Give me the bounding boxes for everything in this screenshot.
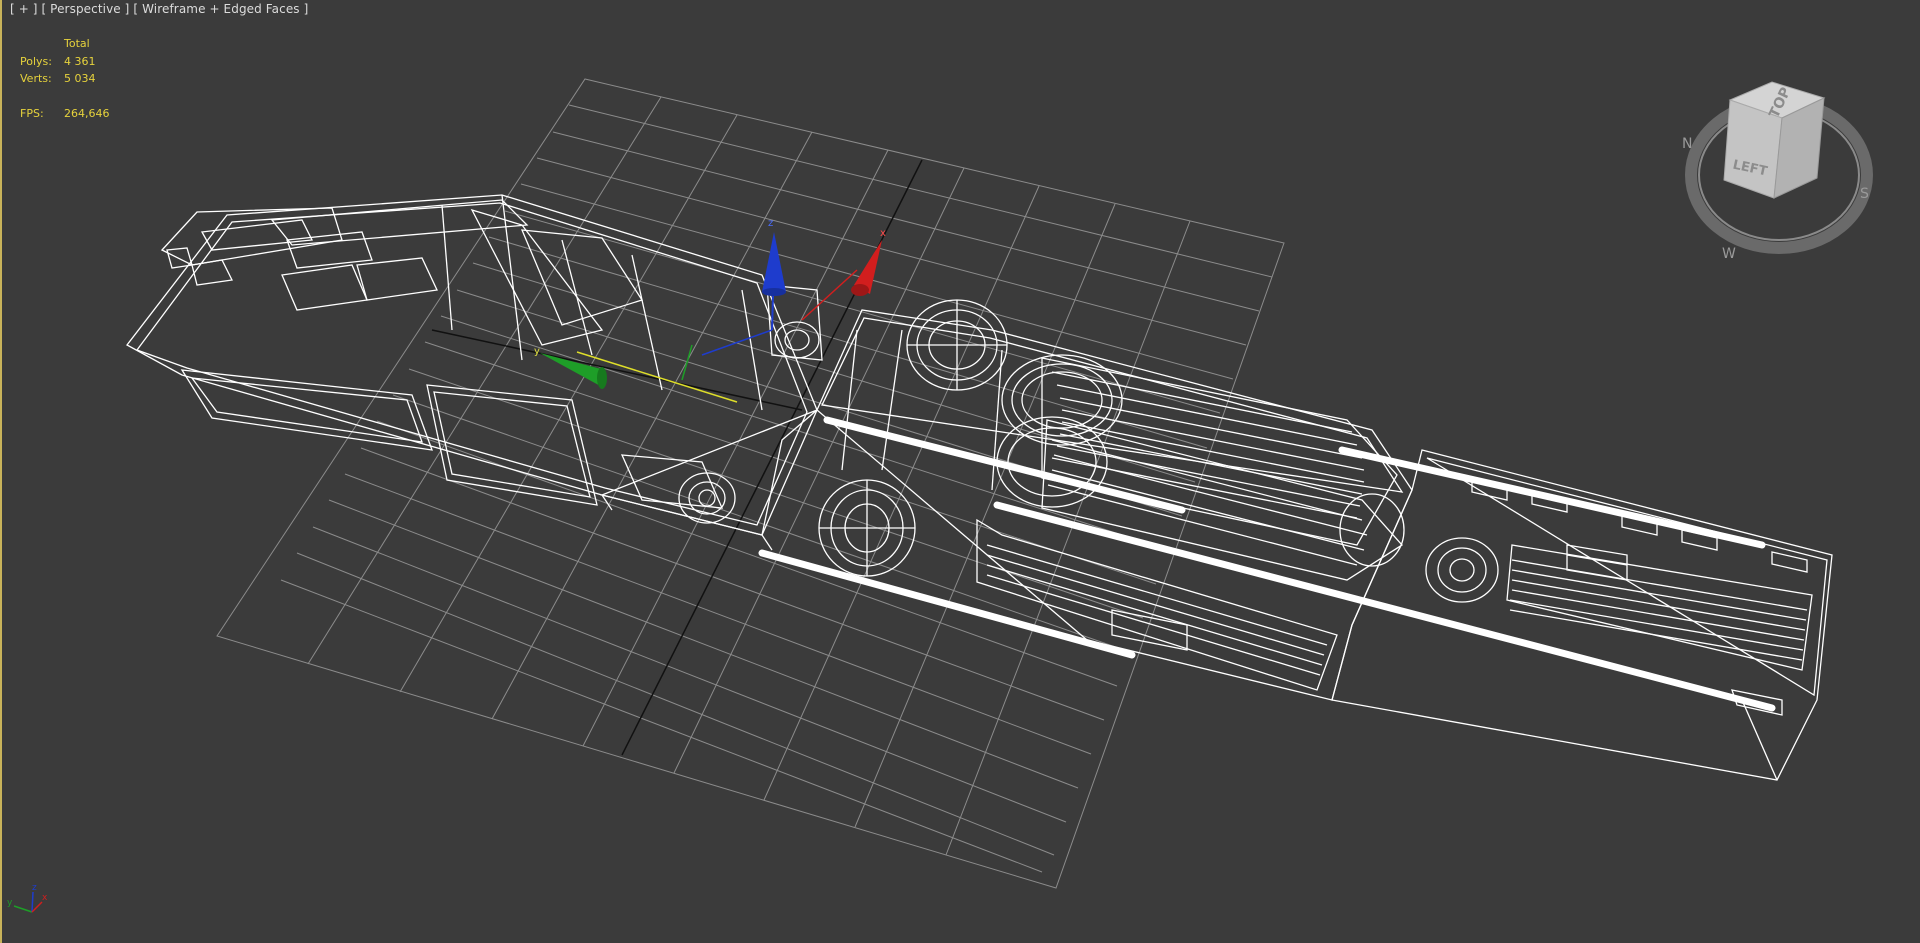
- polys-value: 4 361: [64, 54, 96, 68]
- gizmo-z-label: z: [768, 218, 773, 229]
- perspective-viewport[interactable]: z x y N S W TOP LEFT y z x [ + ] [Persp…: [0, 0, 1920, 943]
- viewport-general-menu[interactable]: [ + ]: [10, 2, 38, 16]
- viewcube[interactable]: N S W TOP LEFT: [1682, 81, 1873, 262]
- svg-text:y: y: [7, 898, 13, 908]
- svg-text:S: S: [1860, 186, 1869, 202]
- fps-value: 264,646: [64, 107, 110, 120]
- svg-text:N: N: [1682, 136, 1692, 152]
- z-axis-arrow[interactable]: [762, 232, 786, 292]
- fps-label: FPS:: [20, 107, 44, 120]
- viewport-statistics: Total Polys: 4 361 Verts: 5 034 FPS: 264,64…: [20, 35, 144, 123]
- verts-value: 5 034: [64, 72, 96, 85]
- viewport-point-of-view-menu[interactable]: [ Perspective ]: [41, 2, 129, 16]
- viewport-scene[interactable]: z x y N S W TOP LEFT y z x: [2, 0, 1920, 943]
- gizmo-y-label: y: [534, 346, 540, 357]
- gizmo-x-label: x: [880, 228, 886, 239]
- home-grid: [216, 78, 1285, 889]
- svg-text:z: z: [32, 883, 37, 893]
- wireframe-model[interactable]: [126, 194, 1833, 781]
- verts-label: Verts:: [20, 72, 52, 85]
- viewport-shading-menu[interactable]: [ Wireframe + Edged Faces ]: [133, 2, 308, 16]
- viewport-label-bar: [ + ] [ Perspective ] [ Wireframe + Edge…: [10, 2, 308, 16]
- svg-text:W: W: [1722, 246, 1736, 262]
- polys-label: Polys:: [20, 54, 52, 68]
- svg-text:x: x: [42, 893, 48, 903]
- axis-tripod: y z x: [7, 883, 48, 913]
- stats-header: Total: [64, 37, 90, 50]
